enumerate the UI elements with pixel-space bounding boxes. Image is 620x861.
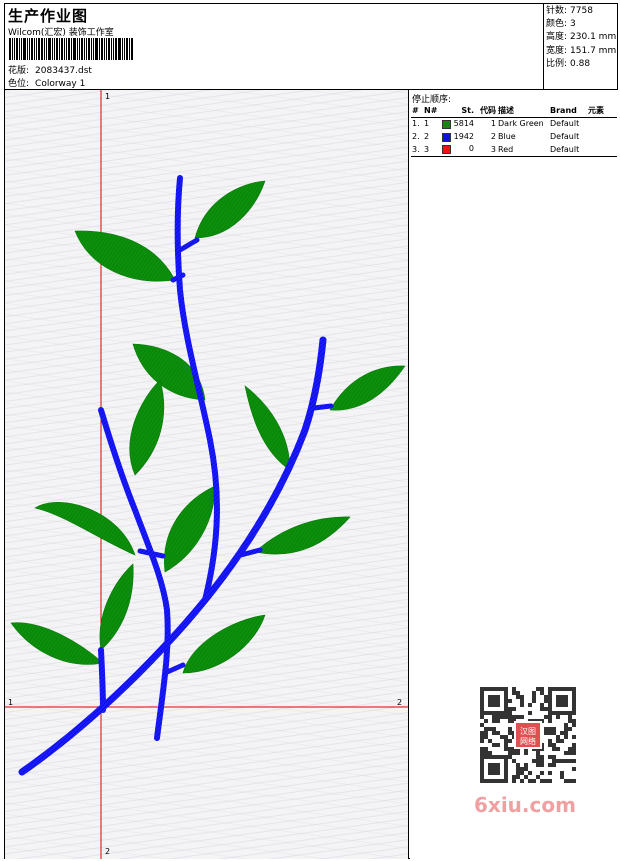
col-code: 代码	[475, 104, 497, 118]
row-brand: Default	[550, 119, 580, 129]
stem	[311, 403, 334, 411]
row-description: Blue	[498, 132, 516, 141]
watermark: 汉图 网络 6xiu.com	[472, 681, 588, 821]
design-file-row: 花版: 2083437.dst	[8, 63, 92, 76]
row-stitches: 1942	[441, 130, 475, 143]
row-needle: 3	[423, 143, 441, 157]
page-title: 生产作业图	[8, 7, 89, 25]
leaf	[254, 516, 351, 555]
col-brand: Brand	[549, 104, 587, 118]
leaf	[34, 501, 136, 556]
color-swatch	[442, 145, 451, 155]
stats-panel: 针数: 7758 颜色: 3 高度: 230.1 mm 宽度: 151.7 mm 比例:…	[543, 4, 618, 89]
col-element: 元素	[587, 104, 617, 118]
design-file-value: 2083437.dst	[35, 66, 92, 76]
axis-label-right: 2	[397, 698, 403, 707]
seal-text-bottom: 网络	[520, 736, 536, 746]
colorway-value: Colorway 1	[35, 79, 86, 89]
row-code: 2	[490, 132, 496, 141]
leaf	[74, 230, 176, 282]
stems	[18, 175, 334, 776]
color-count-label: 颜色:	[546, 19, 568, 30]
color-sequence-table: # N# St. 代码 描述 Brand 元素 1. 1 5814 1 Dark Gre…	[411, 104, 617, 157]
leaf	[129, 379, 165, 476]
width-row: 宽度: 151.7 mm	[546, 45, 618, 58]
row-index: 3.	[411, 143, 423, 157]
embroidery-design	[5, 90, 408, 859]
row-stitches: 5814	[441, 117, 475, 130]
watermark-site: 6xiu.com	[474, 793, 576, 817]
row-element	[587, 143, 617, 157]
stem	[137, 548, 166, 559]
scale-row: 比例: 0.88	[546, 58, 618, 71]
height-value: 230.1 mm	[570, 32, 617, 43]
row-stitches: 0	[441, 143, 475, 157]
leaf	[329, 365, 406, 411]
row-code: 3	[475, 143, 497, 157]
leaf	[10, 622, 104, 665]
leaf	[164, 485, 216, 573]
colorway-label: 色位:	[8, 79, 30, 89]
barcode	[9, 38, 143, 60]
stitch-count-value: 7758	[570, 6, 593, 16]
stitch-count-label: 针数:	[546, 6, 568, 16]
design-file-label: 花版:	[8, 66, 30, 76]
colorway-row: 色位: Colorway 1	[8, 76, 85, 89]
col-stitches: St.	[441, 104, 475, 118]
row-element	[587, 130, 617, 143]
row-description: Red	[497, 143, 549, 157]
row-brand: Default	[550, 132, 580, 141]
axis-label-bottom: 2	[105, 847, 111, 856]
qr-code: 汉图网络	[480, 687, 576, 783]
row-needle: 1	[424, 119, 430, 129]
design-canvas: 1 2 1 2	[5, 90, 409, 859]
height-label: 高度:	[546, 32, 568, 43]
width-label: 宽度:	[546, 45, 568, 56]
table-row[interactable]: 2. 2 1942 2 Blue Default	[411, 130, 617, 143]
color-swatch	[442, 132, 451, 142]
leaf	[194, 180, 266, 239]
leaf	[99, 563, 134, 651]
color-count-row: 颜色: 3	[546, 18, 618, 31]
table-row[interactable]: 3. 3 0 3 Red Default	[411, 143, 617, 157]
color-swatch	[442, 119, 451, 129]
scale-value: 0.88	[570, 58, 591, 69]
sheet-header: 生产作业图 Wilcom(汇宏) 装饰工作室 花版: 2083437.dst 色位…	[5, 4, 543, 89]
color-count-value: 3	[570, 19, 576, 30]
row-code: 1	[490, 119, 496, 129]
row-description: Dark Green	[498, 119, 544, 129]
row-element	[587, 117, 617, 130]
scale-label: 比例:	[546, 58, 568, 69]
col-needle: N#	[423, 104, 441, 118]
row-index: 1.	[412, 119, 420, 129]
leaf	[182, 614, 266, 674]
row-index: 2.	[412, 132, 420, 141]
leaf	[244, 385, 291, 471]
production-sheet: 生产作业图 Wilcom(汇宏) 装饰工作室 花版: 2083437.dst 色位…	[4, 3, 618, 859]
axis-label-left: 1	[8, 698, 14, 707]
width-value: 151.7 mm	[570, 45, 617, 56]
company-name: Wilcom(汇宏) 装饰工作室	[8, 28, 114, 38]
height-row: 高度: 230.1 mm	[546, 31, 618, 44]
row-needle: 2	[424, 132, 430, 141]
seal-text-top: 汉图	[520, 727, 536, 736]
stem	[98, 647, 106, 713]
axis-label-top: 1	[105, 92, 111, 101]
table-header-row: # N# St. 代码 描述 Brand 元素	[411, 104, 617, 118]
row-brand: Default	[549, 143, 587, 157]
stem	[177, 237, 200, 253]
col-index: #	[411, 104, 423, 118]
table-row[interactable]: 1. 1 5814 1 Dark Green Default	[411, 117, 617, 130]
col-description: 描述	[497, 104, 549, 118]
stitch-count-row: 针数: 7758	[546, 5, 618, 18]
